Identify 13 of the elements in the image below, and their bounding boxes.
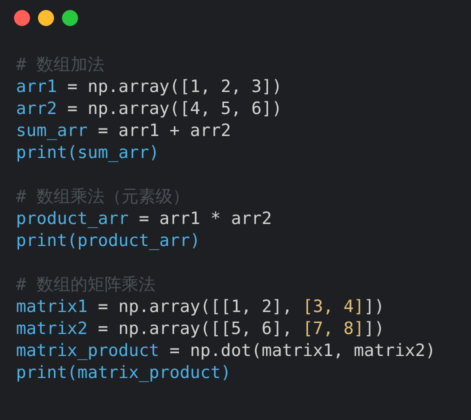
code-line: matrix_product = np.dot(matrix1, matrix2) [16,340,436,362]
code-line: product_arr = arr1 * arr2 [16,208,272,230]
code-line: arr2 = np.array([4, 5, 6]) [16,98,282,120]
code-line: print(matrix_product) [16,362,231,384]
code-line: sum_arr = arr1 + arr2 [16,120,231,142]
code-line: matrix2 = np.array([[5, 6], [7, 8]]) [16,318,384,340]
code-line: print(sum_arr) [16,142,160,164]
code-line: matrix1 = np.array([[1, 2], [3, 4]]) [16,296,384,318]
close-icon[interactable] [14,10,30,26]
code-line: print(product_arr) [16,230,200,252]
maximize-icon[interactable] [62,10,78,26]
code-line: arr1 = np.array([1, 2, 3]) [16,76,282,98]
minimize-icon[interactable] [38,10,54,26]
